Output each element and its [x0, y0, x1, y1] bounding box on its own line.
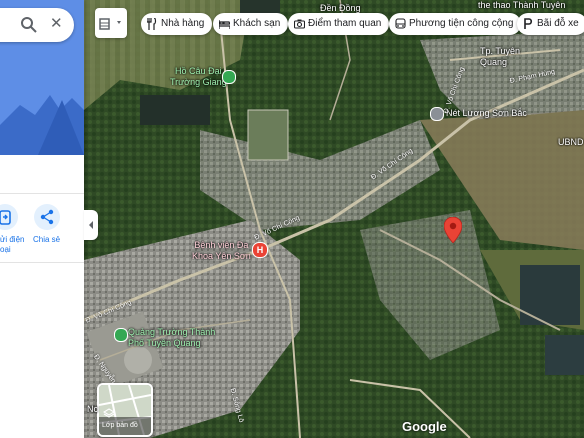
- bus-icon: [395, 18, 406, 29]
- camera-icon: [294, 19, 305, 29]
- search-icon[interactable]: [20, 16, 38, 34]
- send-to-phone-label[interactable]: ửi điện oại: [0, 235, 24, 255]
- park-pin-icon-2[interactable]: [114, 328, 128, 342]
- city-label[interactable]: Tp. Tuyên Quang: [480, 46, 520, 68]
- send-to-phone-button[interactable]: [0, 204, 18, 230]
- chip-label: Điểm tham quan: [308, 18, 382, 29]
- place-quang-truong-label[interactable]: Quảng Trường Thành Phố Tuyên Quang: [128, 327, 215, 349]
- chip-restaurants[interactable]: Nhà hàng: [141, 13, 213, 35]
- place-net-luong-label[interactable]: Nét Lương Sơn Bắc: [446, 108, 527, 118]
- chip-label: Khách sạn: [233, 18, 281, 29]
- map-type-button[interactable]: [95, 8, 127, 38]
- share-label[interactable]: Chia sẻ: [33, 235, 60, 245]
- layers-label: Lớp bản đồ: [102, 422, 138, 429]
- ubnd-label: UBND: [558, 137, 584, 147]
- chip-label: Bãi đỗ xe: [537, 18, 579, 29]
- layers-icon: [103, 408, 115, 418]
- search-box[interactable]: ✕: [0, 8, 74, 42]
- phone-icon: [0, 210, 11, 225]
- parking-icon: [524, 18, 533, 29]
- share-icon: [40, 209, 54, 225]
- chip-transit[interactable]: Phương tiện công cộng: [389, 13, 522, 35]
- place-panel: ✕ ửi điện oại Chia sẻ: [0, 0, 84, 438]
- chip-attractions[interactable]: Điểm tham quan: [288, 13, 390, 35]
- place-hospital-label[interactable]: Bệnh viện Đa Khoa Yên Sơn: [192, 240, 251, 262]
- google-logo: Google: [402, 419, 447, 434]
- collapse-panel-button[interactable]: [84, 210, 98, 240]
- share-button[interactable]: [34, 204, 60, 230]
- building-icon: [99, 18, 121, 30]
- bed-icon: [219, 20, 230, 29]
- chip-label: Nhà hàng: [161, 18, 205, 29]
- chip-label: Phương tiện công cộng: [409, 18, 514, 29]
- poi-pin-icon[interactable]: [430, 107, 444, 121]
- layers-button[interactable]: Lớp bản đồ: [97, 383, 153, 437]
- place-ho-cau-label[interactable]: Hồ Câu Đại Trường Giang: [170, 66, 227, 88]
- park-pin-icon[interactable]: [222, 70, 236, 84]
- top-right-label: the thao Thành Tuyên: [478, 0, 566, 10]
- chevron-left-icon: [89, 221, 93, 229]
- fork-knife-icon: [147, 18, 157, 30]
- divider: [0, 193, 84, 194]
- chip-parking[interactable]: Bãi đỗ xe: [517, 13, 584, 35]
- divider: [0, 262, 84, 263]
- top-center-label: Đền Đồng: [320, 3, 361, 13]
- location-pin-icon[interactable]: [444, 217, 462, 243]
- chip-hotels[interactable]: Khách sạn: [213, 13, 289, 35]
- corner-label: Nc: [87, 404, 98, 414]
- close-icon[interactable]: ✕: [50, 15, 63, 33]
- hospital-icon[interactable]: H: [252, 242, 268, 258]
